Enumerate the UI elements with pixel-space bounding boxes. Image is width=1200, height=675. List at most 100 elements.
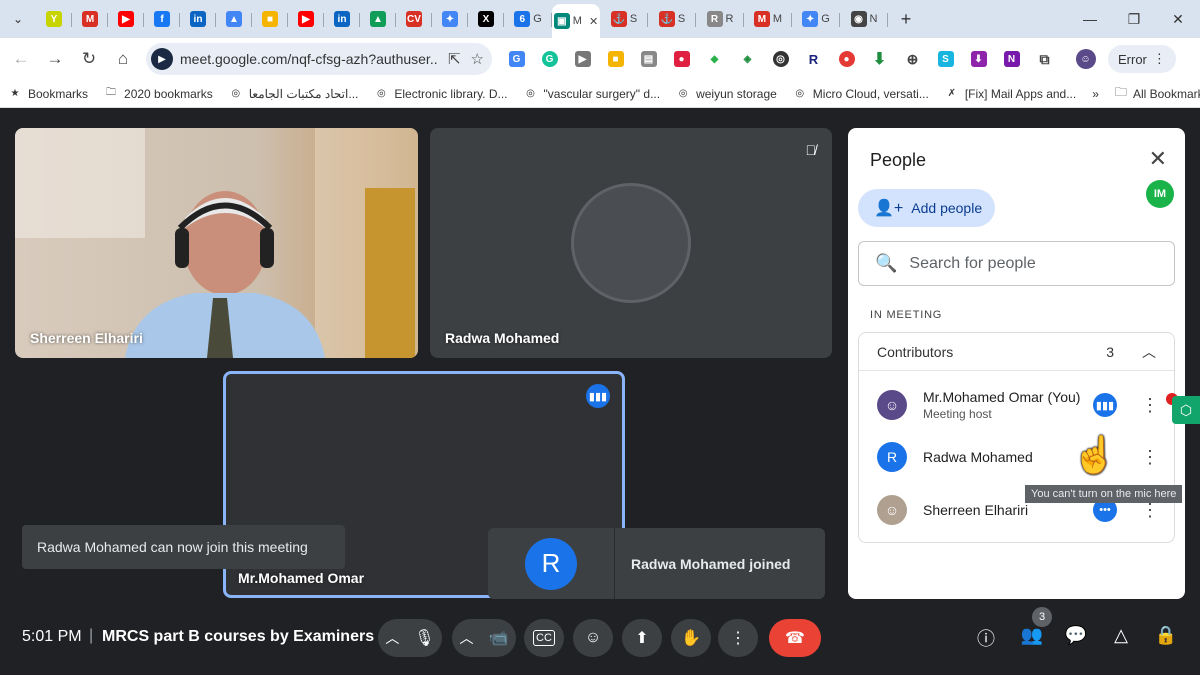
tab[interactable]: ✦ G bbox=[792, 4, 840, 34]
bookmark-item[interactable]: ★ Bookmarks bbox=[0, 87, 96, 101]
tab-favicon-icon: X bbox=[478, 11, 494, 27]
back-button[interactable]: ← bbox=[4, 42, 38, 76]
tab[interactable]: ▶ bbox=[288, 4, 324, 34]
tab[interactable]: ✦ bbox=[432, 4, 468, 34]
site-info-icon[interactable]: ▶ bbox=[151, 48, 173, 70]
all-bookmarks-button[interactable]: 🗀 All Bookmarks bbox=[1107, 83, 1200, 104]
open-in-app-icon[interactable]: ⇱ bbox=[448, 50, 461, 68]
tab[interactable]: ◉ N bbox=[840, 4, 888, 34]
participant-row[interactable]: R Radwa Mohamed ⋮ bbox=[859, 437, 1176, 477]
bookmark-item[interactable]: ◎ weiyun storage bbox=[668, 87, 785, 101]
purple-download-extension-icon[interactable]: ⬇ bbox=[962, 44, 995, 74]
onenote-extension-icon[interactable]: N bbox=[995, 44, 1028, 74]
tab[interactable]: RR bbox=[696, 4, 744, 34]
time-separator: | bbox=[89, 627, 94, 644]
toast-text: Radwa Mohamed joined bbox=[631, 555, 791, 572]
close-panel-icon[interactable]: ✕ bbox=[1149, 146, 1167, 172]
extension-shield-icon[interactable]: ⬡ bbox=[1172, 396, 1200, 424]
tab[interactable]: ▶ bbox=[108, 4, 144, 34]
r-extension-icon[interactable]: R bbox=[797, 44, 830, 74]
tab[interactable]: ▲ bbox=[216, 4, 252, 34]
reload-button[interactable]: ↻ bbox=[72, 42, 106, 76]
bookmark-item[interactable]: ◎ اتحاد مكتبات الجامعا... bbox=[221, 87, 367, 101]
keep-extension-icon[interactable]: ■ bbox=[599, 44, 632, 74]
close-tab-icon[interactable]: ✕ bbox=[589, 15, 598, 28]
reactions-button[interactable]: ☺ bbox=[573, 619, 613, 657]
translate-extension-icon[interactable]: G bbox=[500, 44, 533, 74]
tab[interactable]: in bbox=[324, 4, 360, 34]
profile-error-chip[interactable]: Error ⋮ bbox=[1108, 45, 1176, 73]
minimize-button[interactable]: — bbox=[1068, 0, 1112, 38]
tab[interactable]: MM bbox=[744, 4, 792, 34]
host-controls-icon[interactable]: 🔒 bbox=[1153, 625, 1179, 646]
capture-extension-icon[interactable]: ▤ bbox=[632, 44, 665, 74]
tab[interactable]: X bbox=[468, 4, 504, 34]
mic-options-chevron-icon[interactable]: ︿ bbox=[385, 628, 399, 648]
bookmark-item[interactable]: ✗ [Fix] Mail Apps and... bbox=[937, 87, 1084, 101]
video-tile-radwa[interactable]: 🎙̸ Radwa Mohamed bbox=[430, 128, 832, 358]
tab-search-icon[interactable]: ⌄ bbox=[0, 0, 36, 38]
tab[interactable]: ▲ bbox=[360, 4, 396, 34]
globe-extension-icon[interactable]: ◎ bbox=[764, 44, 797, 74]
activities-icon[interactable]: △ bbox=[1108, 625, 1134, 646]
forward-button[interactable]: → bbox=[38, 42, 72, 76]
present-button[interactable]: ⬆ bbox=[622, 619, 662, 657]
search-people-input[interactable] bbox=[909, 254, 1150, 273]
close-window-button[interactable]: ✕ bbox=[1156, 0, 1200, 38]
tab[interactable]: ⚓ S bbox=[648, 4, 696, 34]
tab[interactable]: f bbox=[144, 4, 180, 34]
color-extension-icon[interactable]: ● bbox=[830, 44, 863, 74]
record-extension-icon[interactable]: ● bbox=[665, 44, 698, 74]
captions-button[interactable]: CC bbox=[524, 619, 564, 657]
raise-hand-button[interactable]: ✋ bbox=[671, 619, 711, 657]
participant-row[interactable]: ☺ Mr.Mohamed Omar (You) Meeting host ▮▮▮… bbox=[859, 385, 1176, 425]
mic-icon[interactable]: 🎙 bbox=[414, 628, 434, 648]
video-tile-sherreen[interactable]: Sherreen Elhariri bbox=[15, 128, 418, 358]
tab[interactable]: in bbox=[180, 4, 216, 34]
restore-button[interactable]: ❐ bbox=[1112, 0, 1156, 38]
add-people-button[interactable]: 👤+ Add people bbox=[858, 189, 995, 227]
tab[interactable]: CV bbox=[396, 4, 432, 34]
people-icon[interactable]: 👥 bbox=[1019, 625, 1045, 646]
bookmark-item[interactable]: 🗀 2020 bookmarks bbox=[96, 87, 221, 101]
menu-kebab-icon[interactable]: ⋮ bbox=[1153, 51, 1166, 67]
tab[interactable]: 6G bbox=[504, 4, 552, 34]
chevron-up-icon[interactable]: ︿ bbox=[1142, 342, 1156, 362]
tab[interactable]: ■ bbox=[252, 4, 288, 34]
home-button[interactable]: ⌂ bbox=[106, 42, 140, 76]
tab-active[interactable]: ▣ M ✕ bbox=[552, 4, 600, 38]
chat-icon[interactable]: 💬 bbox=[1063, 625, 1089, 646]
pdf-extension-icon[interactable]: ▶ bbox=[566, 44, 599, 74]
extension-im-badge[interactable]: IM bbox=[1146, 180, 1174, 208]
search-people-field[interactable]: 🔍 bbox=[858, 241, 1175, 286]
tab[interactable]: ⚓ S bbox=[600, 4, 648, 34]
bookmark-icon: ◎ bbox=[231, 88, 241, 99]
camera-icon[interactable]: 📹 bbox=[489, 628, 509, 648]
more-options-icon[interactable]: ⋮ bbox=[1141, 395, 1159, 416]
bookmark-item[interactable]: ◎ Micro Cloud, versati... bbox=[785, 87, 937, 101]
leave-call-button[interactable]: ☎ bbox=[769, 619, 821, 657]
grammarly-extension-icon[interactable]: G bbox=[533, 44, 566, 74]
more-options-button[interactable]: ⋮ bbox=[718, 619, 758, 657]
download-arrow-extension-icon[interactable]: ⬇ bbox=[863, 44, 896, 74]
contributors-header[interactable]: Contributors 3 ︿ bbox=[859, 333, 1174, 371]
bookmark-star-icon[interactable]: ☆ bbox=[471, 50, 484, 68]
tab[interactable]: M bbox=[72, 4, 108, 34]
new-tab-button[interactable]: + bbox=[888, 0, 924, 38]
extensions-puzzle-icon[interactable]: ⧉ bbox=[1028, 44, 1061, 74]
profile-avatar-icon[interactable]: ☺ bbox=[1069, 44, 1102, 74]
participant-avatar: ☺ bbox=[877, 495, 907, 525]
more-options-icon[interactable]: ⋮ bbox=[1141, 447, 1159, 468]
layers-extension-icon[interactable]: ◈ bbox=[731, 44, 764, 74]
bookmark-item[interactable]: ◎ "vascular surgery" d... bbox=[516, 87, 669, 101]
meeting-info-icon[interactable]: ⓘ bbox=[973, 625, 999, 651]
dots-extension-icon[interactable]: ◆ bbox=[698, 44, 731, 74]
bookmark-item[interactable]: ◎ Electronic library. D... bbox=[366, 87, 515, 101]
tab[interactable]: Y bbox=[36, 4, 72, 34]
camera-control: ︿ 📹 bbox=[452, 619, 516, 657]
camera-options-chevron-icon[interactable]: ︿ bbox=[460, 628, 474, 648]
s-extension-icon[interactable]: S bbox=[929, 44, 962, 74]
address-bar[interactable]: ▶ meet.google.com/nqf-cfsg-azh?authuser.… bbox=[146, 43, 492, 75]
download-circle-extension-icon[interactable]: ⊕ bbox=[896, 44, 929, 74]
bookmarks-overflow-button[interactable]: » bbox=[1084, 87, 1107, 101]
